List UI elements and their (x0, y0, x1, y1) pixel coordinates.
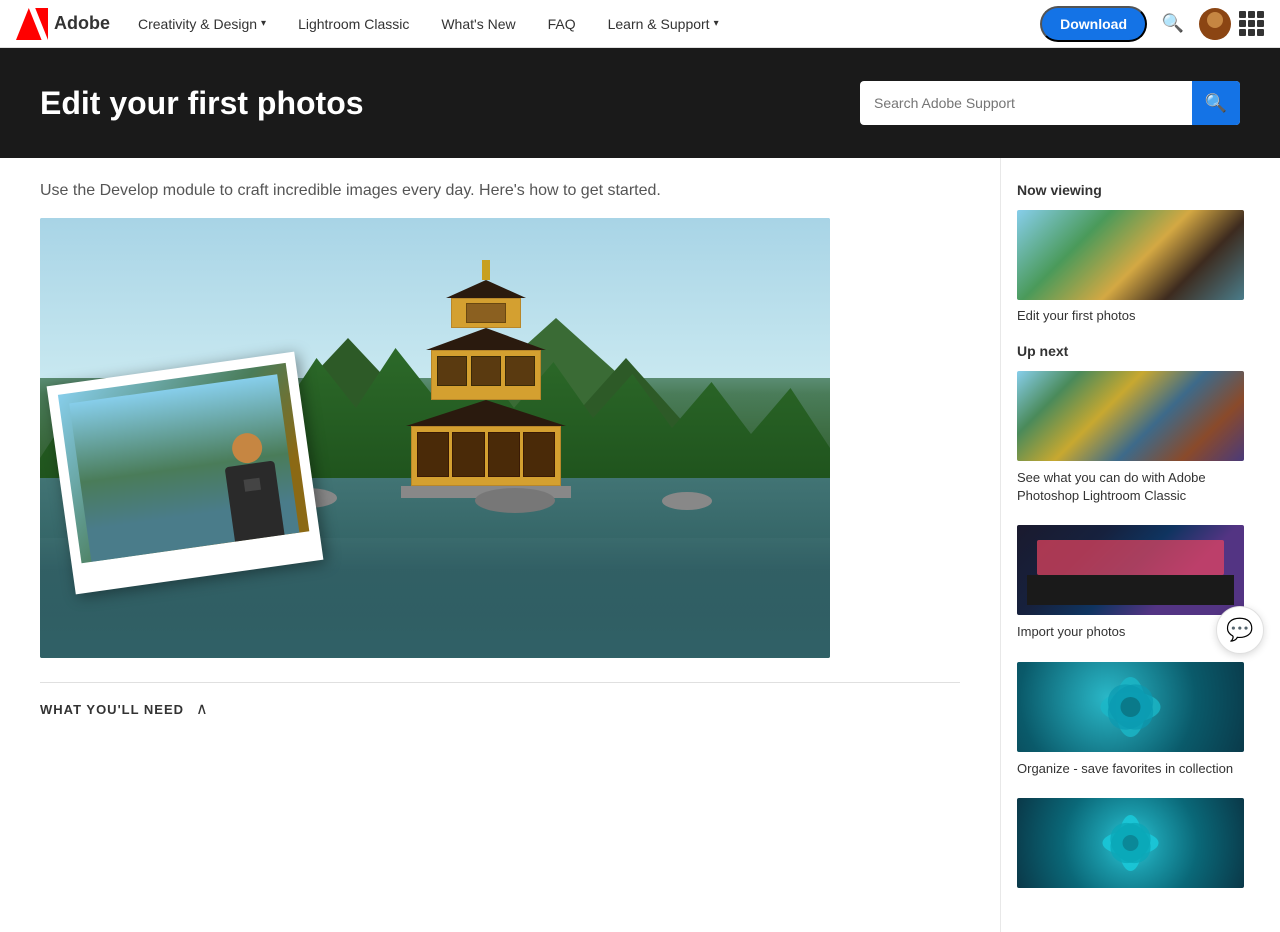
what-youll-need-section[interactable]: WHAT YOU'LL NEED ∧ (40, 683, 960, 735)
search-icon-nav[interactable]: 🔍 (1155, 6, 1191, 42)
sidebar-card-3[interactable]: Organize - save favorites in collection (1017, 662, 1244, 778)
what-youll-need-label: WHAT YOU'LL NEED (40, 702, 184, 717)
main-layout: Use the Develop module to craft incredib… (0, 158, 1280, 932)
photo-overlay (47, 352, 324, 595)
search-input[interactable] (860, 85, 1192, 121)
download-button[interactable]: Download (1040, 6, 1147, 42)
adobe-logo[interactable]: Adobe (16, 8, 110, 40)
nav-item-whats-new[interactable]: What's New (429, 0, 527, 48)
sidebar-card-1-label: See what you can do with Adobe Photoshop… (1017, 469, 1244, 505)
up-next-label: Up next (1017, 343, 1244, 359)
search-icon: 🔍 (1205, 93, 1227, 114)
now-viewing-item-label: Edit your first photos (1017, 308, 1244, 323)
chevron-down-icon: ▾ (261, 18, 266, 29)
nav-item-learn[interactable]: Learn & Support ▾ (596, 0, 731, 48)
chat-icon: 💬 (1226, 617, 1253, 643)
grid-apps-icon[interactable] (1239, 11, 1264, 36)
top-nav: Adobe Creativity & Design ▾ Lightroom Cl… (0, 0, 1280, 48)
nav-item-faq[interactable]: FAQ (536, 0, 588, 48)
content-area: Use the Develop module to craft incredib… (0, 158, 1000, 932)
chevron-up-icon: ∧ (196, 699, 208, 719)
search-bar: 🔍 (860, 81, 1240, 125)
search-button[interactable]: 🔍 (1192, 81, 1240, 125)
sidebar-card-2-label: Import your photos (1017, 623, 1244, 641)
chevron-down-icon-2: ▾ (714, 18, 719, 29)
sidebar-card-4[interactable] (1017, 798, 1244, 888)
intro-text: Use the Develop module to craft incredib… (40, 182, 960, 200)
nav-item-creativity[interactable]: Creativity & Design ▾ (126, 0, 278, 48)
avatar[interactable] (1199, 8, 1231, 40)
now-viewing-thumb[interactable] (1017, 210, 1244, 300)
chat-button[interactable]: 💬 (1216, 606, 1264, 654)
sidebar-card-1[interactable]: See what you can do with Adobe Photoshop… (1017, 371, 1244, 505)
hero-header: Edit your first photos 🔍 (0, 48, 1280, 158)
hero-image (40, 218, 830, 658)
nav-item-lightroom[interactable]: Lightroom Classic (286, 0, 421, 48)
page-title: Edit your first photos (40, 85, 820, 122)
adobe-wordmark: Adobe (54, 13, 110, 34)
now-viewing-label: Now viewing (1017, 182, 1244, 198)
sidebar-card-2[interactable]: Import your photos (1017, 525, 1244, 641)
sidebar-card-3-label: Organize - save favorites in collection (1017, 760, 1244, 778)
sidebar: Now viewing Edit your first photos Up ne… (1000, 158, 1260, 932)
